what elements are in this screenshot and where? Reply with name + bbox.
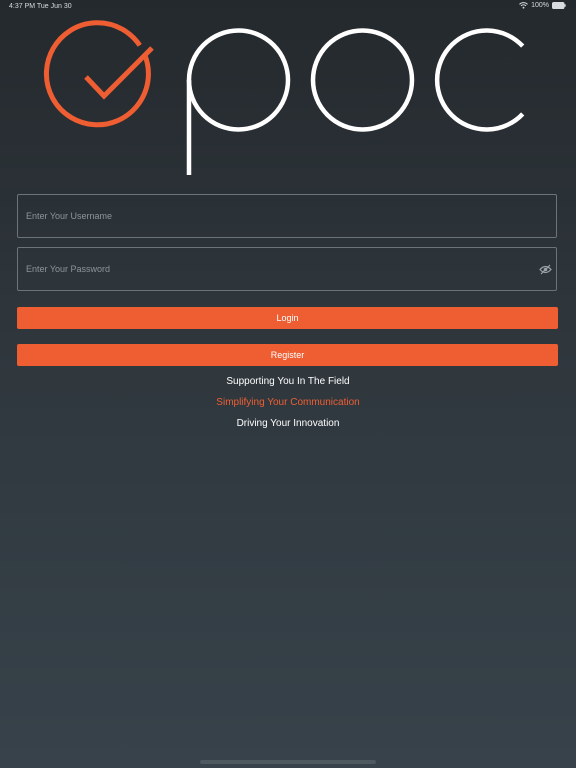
username-field[interactable] — [17, 194, 557, 238]
register-button[interactable]: Register — [17, 344, 558, 366]
checkmark-circle-icon — [43, 20, 154, 128]
login-button[interactable]: Login — [17, 307, 558, 329]
epoc-logo — [43, 20, 525, 175]
tagline-simplifying: Simplifying Your Communication — [216, 397, 360, 408]
logo-letter-o — [310, 28, 415, 132]
tagline-driving: Driving Your Innovation — [236, 418, 340, 429]
home-indicator[interactable] — [200, 760, 376, 764]
logo-letter-c — [434, 28, 525, 132]
tagline-supporting: Supporting You In The Field — [226, 376, 350, 387]
eye-slash-icon[interactable] — [539, 264, 552, 275]
logo-letter-p — [186, 28, 291, 175]
username-input[interactable] — [18, 195, 556, 237]
password-field[interactable] — [17, 247, 557, 291]
password-input[interactable] — [18, 248, 556, 290]
